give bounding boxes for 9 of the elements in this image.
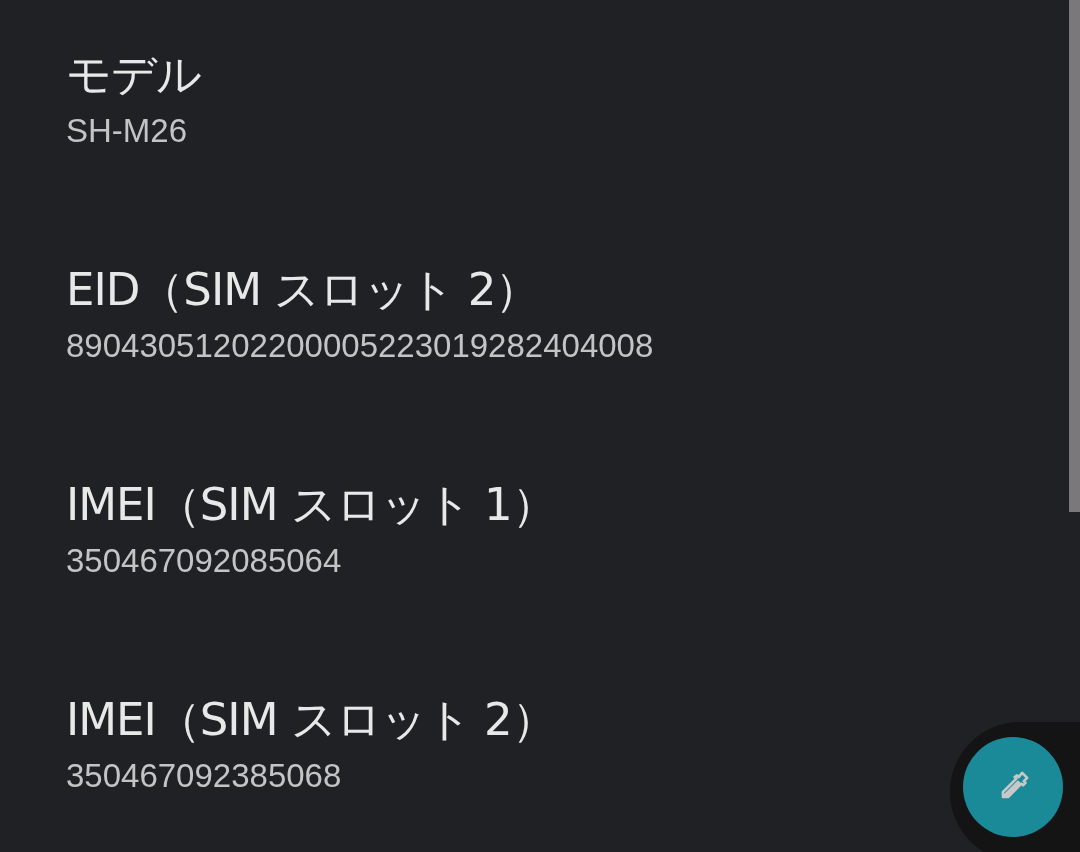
setting-value: 350467092385068 — [66, 756, 342, 796]
setting-value: SH-M26 — [66, 111, 188, 151]
setting-value: 350467092085064 — [66, 541, 342, 581]
setting-title: EID（SIM スロット 2） — [66, 262, 540, 318]
scrollbar[interactable] — [1069, 0, 1080, 512]
setting-value: 89043051202200005223019282404008 — [66, 326, 654, 366]
setting-title: モデル — [66, 47, 201, 103]
setting-title: IMEI（SIM スロット 1） — [66, 477, 556, 533]
setting-title: IMEI（SIM スロット 2） — [66, 692, 556, 748]
